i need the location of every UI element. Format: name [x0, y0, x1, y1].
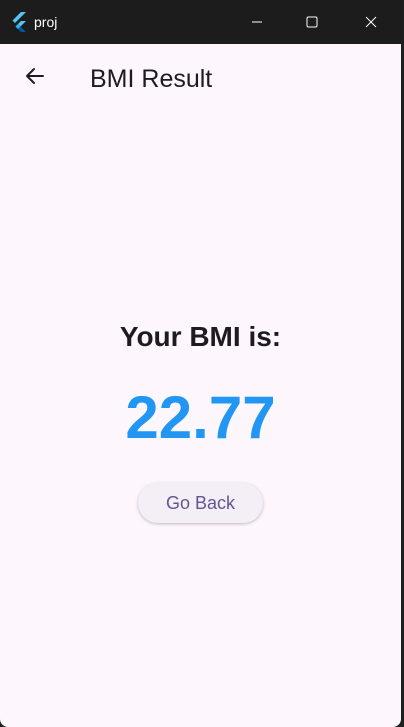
flutter-logo-icon	[10, 12, 28, 32]
minimize-button[interactable]	[228, 0, 286, 44]
maximize-icon	[306, 16, 318, 28]
close-button[interactable]	[342, 0, 400, 44]
minimize-icon	[251, 16, 263, 28]
window-title: proj	[34, 14, 58, 30]
app-bar: BMI Result	[0, 44, 401, 112]
bmi-value: 22.77	[125, 384, 276, 451]
window-titlebar[interactable]: proj	[0, 0, 402, 44]
app-window: proj BMI Result Your BMI is: 22.77 Go Ba…	[0, 0, 404, 727]
arrow-left-icon	[23, 64, 47, 93]
back-button[interactable]	[15, 58, 55, 98]
close-icon	[365, 16, 377, 28]
maximize-button[interactable]	[283, 0, 341, 44]
result-heading: Your BMI is:	[119, 321, 282, 352]
app-content: BMI Result Your BMI is: 22.77 Go Back	[0, 44, 401, 727]
go-back-button[interactable]: Go Back	[138, 483, 263, 523]
page-title: BMI Result	[90, 65, 213, 93]
